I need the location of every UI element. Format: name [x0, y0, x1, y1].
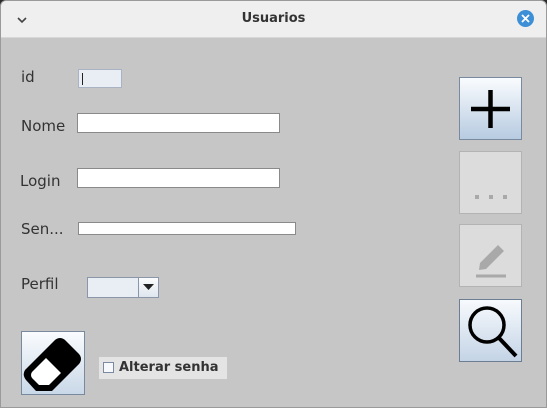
senha-label: Sen...: [21, 220, 64, 238]
triangle-down-icon: [143, 284, 154, 290]
nome-label: Nome: [21, 117, 66, 135]
login-field[interactable]: [77, 168, 280, 188]
perfil-select[interactable]: [87, 277, 159, 298]
nome-field[interactable]: [77, 113, 280, 133]
window-title: Usuarios: [241, 11, 306, 26]
id-label: id: [21, 68, 35, 86]
close-icon: [521, 14, 530, 23]
alterar-senha-label: Alterar senha: [119, 360, 219, 375]
add-button[interactable]: [459, 77, 522, 140]
title-bar: Usuarios: [1, 1, 546, 38]
clear-button[interactable]: [21, 331, 85, 395]
id-field[interactable]: [78, 69, 122, 88]
login-label: Login: [20, 172, 61, 190]
usuarios-window: Usuarios id Nome Login Sen... Perfil Alt…: [0, 0, 547, 408]
perfil-label: Perfil: [21, 275, 59, 293]
more-button[interactable]: [459, 151, 522, 214]
close-button[interactable]: [517, 10, 534, 27]
alterar-senha-toggle[interactable]: Alterar senha: [99, 357, 227, 379]
alterar-senha-checkbox[interactable]: [103, 362, 114, 373]
dropdown-arrow-button[interactable]: [138, 278, 158, 297]
plus-icon: [471, 90, 510, 128]
text-caret: [82, 73, 83, 85]
search-button[interactable]: [459, 299, 522, 362]
magnifier-icon: [468, 306, 518, 358]
ellipsis-icon: [475, 195, 507, 199]
edit-button[interactable]: [459, 224, 522, 287]
senha-field[interactable]: [78, 222, 296, 235]
eraser-icon: [23, 338, 81, 391]
pencil-icon: [476, 245, 506, 278]
